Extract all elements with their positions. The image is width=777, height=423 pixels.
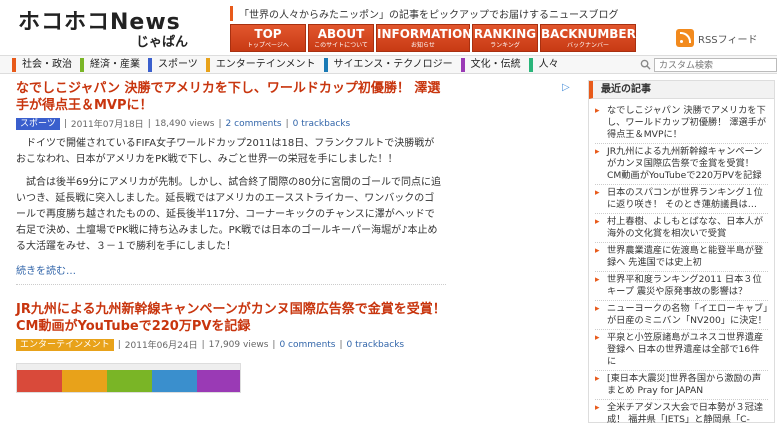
recent-post-item[interactable]: 平泉と小笠原諸島がユネスコ世界遺産登録へ 日本の世界遺産は全部で16件に xyxy=(595,330,768,371)
article-views: 17,909 views xyxy=(208,339,269,350)
rss-label: RSSフィード xyxy=(698,34,758,46)
article-body: ドイツで開催されているFIFA女子ワールドカップ2011は18日、フランクフルト… xyxy=(16,136,441,255)
custom-search-input[interactable] xyxy=(654,58,777,72)
read-more-link[interactable]: 続きを読む… xyxy=(16,262,576,277)
article-divider xyxy=(16,284,446,285)
category-badge[interactable]: エンターテインメント xyxy=(16,338,114,351)
category-society[interactable]: 社会・政治 xyxy=(12,58,76,72)
site-header: ホコホコNews じゃぱん 「世界の人々からみたニッポン」の記事をピックアップで… xyxy=(0,0,777,52)
category-economy[interactable]: 経済・産業 xyxy=(80,58,144,72)
recent-post-item[interactable]: ニューヨークの名物「イエローキャブ」が日産のミニバン「NV200」に決定！ xyxy=(595,301,768,330)
recent-post-item[interactable]: 世界農業遺産に佐渡島と能登半島が登録へ 先進国では史上初 xyxy=(595,243,768,272)
rss-feed-link[interactable]: RSSフィード xyxy=(676,29,757,47)
article: JR九州による九州新幹線キャンペーンがカンヌ国際広告祭で金賞を受賞！ CM動画が… xyxy=(16,301,576,393)
category-culture[interactable]: 文化・伝統 xyxy=(460,58,525,72)
logo-sub-text: じゃぱん xyxy=(136,35,189,50)
recent-post-item[interactable]: JR九州による九州新幹線キャンペーンがカンヌ国際広告祭で金賞を受賞！ CM動画が… xyxy=(595,144,768,185)
article-title[interactable]: なでしこジャパン 決勝でアメリカを下し、ワールドカップ初優勝！ 澤選手が得点王＆… xyxy=(16,80,446,114)
nav-backnumber-sub: バックナンバー xyxy=(566,42,609,49)
nav-information-label: INFORMATION xyxy=(377,27,473,41)
recent-post-item[interactable]: なでしこジャパン 決勝でアメリカを下し、ワールドカップ初優勝！ 澤選手が得点王＆… xyxy=(595,103,768,144)
search-icon xyxy=(640,59,651,70)
sidebar-recent-posts: 最近の記事 なでしこジャパン 決勝でアメリカを下し、ワールドカップ初優勝！ 澤選… xyxy=(588,80,775,423)
category-bar: 社会・政治 経済・産業 スポーツ エンターテインメント サイエンス・テクノロジー… xyxy=(0,55,777,74)
article-thumbnail[interactable] xyxy=(16,363,241,393)
recent-post-item[interactable]: 全米チアダンス大会で日本勢が３冠達成！ 福井県「JETS」と静岡県「C-STAR… xyxy=(595,400,768,423)
recent-post-item[interactable]: 村上春樹、よしもとばなな、日本人が海外の文化賞を相次いで受賞 xyxy=(595,214,768,243)
article-meta: スポーツ | 2011年07月18日 | 18,490 views | 2 co… xyxy=(16,117,576,130)
nav-backnumber-label: BACKNUMBER xyxy=(541,27,636,41)
nav-backnumber-button[interactable]: BACKNUMBER バックナンバー xyxy=(540,24,636,52)
category-science[interactable]: サイエンス・テクノロジー xyxy=(323,58,457,72)
nav-information-sub: お知らせ xyxy=(411,42,435,49)
nav-information-button[interactable]: INFORMATION お知らせ xyxy=(376,24,473,52)
article-views: 18,490 views xyxy=(154,118,215,129)
main-content: なでしこジャパン 決勝でアメリカを下し、ワールドカップ初優勝！ 澤選手が得点王＆… xyxy=(16,80,576,409)
article-date: 2011年06月24日 xyxy=(124,341,198,351)
nav-ranking-label: RANKING xyxy=(473,27,537,41)
nav-ranking-button[interactable]: RANKING ランキング xyxy=(472,24,538,52)
category-people[interactable]: 人々 xyxy=(528,58,563,72)
article-trackbacks-link[interactable]: 0 trackbacks xyxy=(293,119,351,129)
article-date: 2011年07月18日 xyxy=(70,120,144,130)
category-entertainment[interactable]: エンターテインメント xyxy=(205,58,320,72)
nav-about-sub: このサイトについて xyxy=(314,42,368,49)
nav-top-sub: トップページへ xyxy=(247,42,289,49)
article-paragraph: 試合は後半69分にアメリカが先制。しかし、試合終了間際の80分に宮間のゴールで同… xyxy=(16,177,441,252)
top-navigation: TOP トップページへ ABOUT このサイトについて INFORMATION … xyxy=(230,24,636,52)
article-trackbacks-link[interactable]: 0 trackbacks xyxy=(347,340,405,350)
sidebar-title: 最近の記事 xyxy=(589,81,774,99)
article: なでしこジャパン 決勝でアメリカを下し、ワールドカップ初優勝！ 澤選手が得点王＆… xyxy=(16,80,576,285)
recent-post-item[interactable]: 日本のスパコンが世界ランキング１位に返り咲き！ そのとき蓮舫議員は… xyxy=(595,185,768,214)
nav-top-button[interactable]: TOP トップページへ xyxy=(230,24,306,52)
article-meta: エンターテインメント | 2011年06月24日 | 17,909 views … xyxy=(16,338,576,351)
article-paragraph: ドイツで開催されているFIFA女子ワールドカップ2011は18日、フランクフルト… xyxy=(16,138,435,165)
recent-post-item[interactable]: [東日本大震災]世界各国から激励の声まとめ Pray for JAPAN xyxy=(595,371,768,400)
category-badge[interactable]: スポーツ xyxy=(16,117,60,130)
rss-icon xyxy=(676,29,694,47)
nav-ranking-sub: ランキング xyxy=(490,42,520,49)
nav-about-label: ABOUT xyxy=(317,27,365,41)
article-comments-link[interactable]: 2 comments xyxy=(226,119,282,129)
category-list: 社会・政治 経済・産業 スポーツ エンターテインメント サイエンス・テクノロジー… xyxy=(12,58,563,72)
article-title[interactable]: JR九州による九州新幹線キャンペーンがカンヌ国際広告祭で金賞を受賞！ CM動画が… xyxy=(16,301,446,335)
recent-posts-list: なでしこジャパン 決勝でアメリカを下し、ワールドカップ初優勝！ 澤選手が得点王＆… xyxy=(589,99,774,423)
nav-top-label: TOP xyxy=(254,27,282,41)
nav-about-button[interactable]: ABOUT このサイトについて xyxy=(308,24,374,52)
site-tagline: 「世界の人々からみたニッポン」の記事をピックアップでお届けするニュースブログ xyxy=(230,6,619,21)
site-logo[interactable]: ホコホコNews じゃぱん xyxy=(18,4,218,50)
recent-post-item[interactable]: 世界平和度ランキング2011 日本３位キープ 震災や原発事故の影響は？ xyxy=(595,272,768,301)
category-sports[interactable]: スポーツ xyxy=(148,58,202,72)
article-comments-link[interactable]: 0 comments xyxy=(279,340,335,350)
